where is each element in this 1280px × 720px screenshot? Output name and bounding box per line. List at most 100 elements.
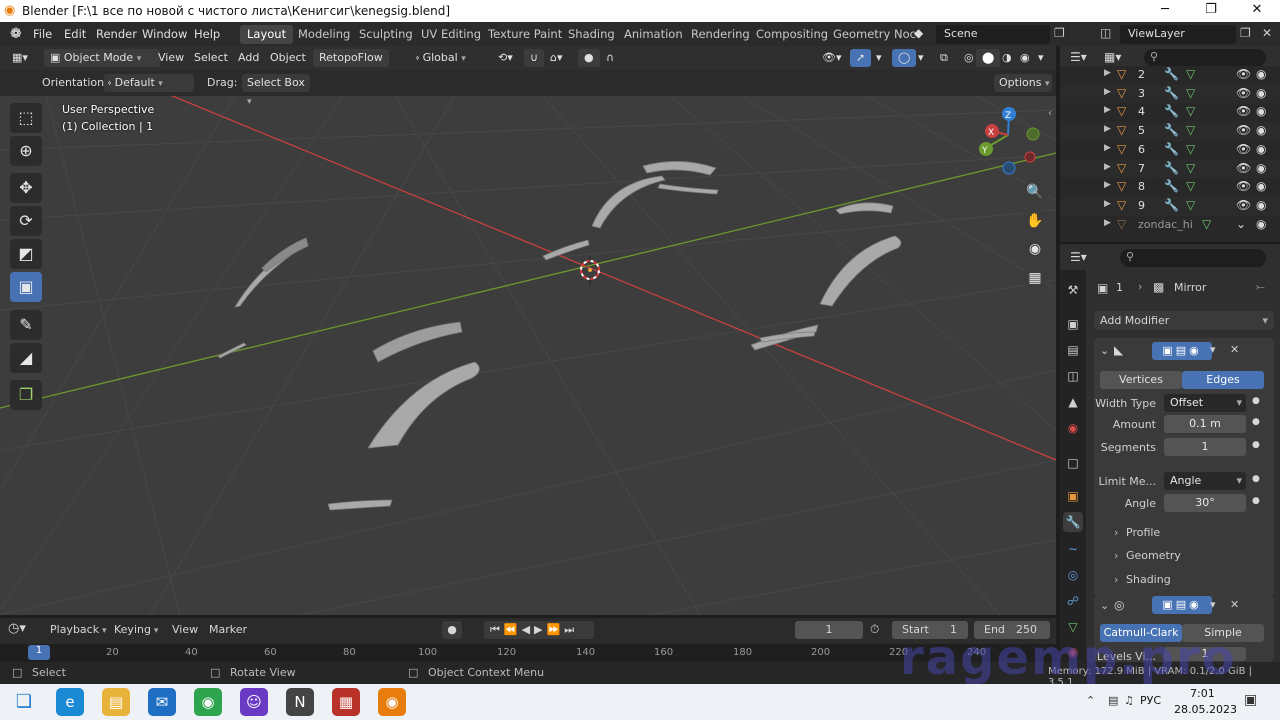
expand-arrow-icon[interactable]: ▶ [1104,218,1111,228]
view-layer-selector[interactable]: ViewLayer [1120,25,1236,44]
mesh-data-icon[interactable]: ▽ [1186,104,1195,118]
transform-tool[interactable]: ▣ [10,272,42,302]
cursor-tool[interactable]: ⊕ [10,136,42,166]
network-icon[interactable]: ▤ [1108,694,1118,707]
expand-chevron-icon[interactable]: › [1114,549,1118,562]
navigation-gizmo[interactable]: Z Y X [979,107,1040,175]
affect-vertices-button[interactable]: Vertices [1100,371,1182,389]
modifier-tab-icon[interactable]: 🔧 [1063,512,1083,532]
maximize-button[interactable]: ❐ [1188,0,1234,22]
tool-tab-icon[interactable]: ⚒ [1063,280,1083,300]
mesh-data-icon[interactable]: ▽ [1186,86,1195,100]
eye-visibility-icon[interactable]: ⌄ [1236,217,1246,231]
rotate-tool[interactable]: ⟳ [10,206,42,236]
tab-uv-editing[interactable]: UV Editing [414,25,488,44]
camera-render-icon[interactable]: ◉ [1256,123,1266,137]
zoom-icon[interactable]: 🔍 [1022,179,1048,205]
modifier-dropdown-icon[interactable]: ▾ [1210,598,1216,611]
menu-marker[interactable]: Marker [209,623,247,636]
3d-viewport[interactable]: Z Y X User Perspective (1) Collection | … [0,70,1056,615]
outliner-item[interactable]: ▶ ▽ 5 🔧 ▽ 👁 ◉ [1060,122,1280,142]
chrome-icon[interactable]: ◉ [194,688,222,716]
modifier-wrench-icon[interactable]: 🔧 [1164,123,1179,137]
retopoflow-button[interactable]: RetopoFlow [313,49,389,67]
mail-icon[interactable]: ✉ [148,688,176,716]
segments-field[interactable]: 1 [1164,438,1246,456]
modifier-visibility-toggles[interactable]: ▣▤◉ [1152,596,1212,614]
modifier-wrench-icon[interactable]: 🔧 [1164,86,1179,100]
camera-render-icon[interactable]: ◉ [1256,142,1266,156]
menu-playback[interactable]: Playback [50,623,106,636]
camera-render-icon[interactable]: ◉ [1256,86,1266,100]
eye-visibility-icon[interactable]: 👁 [1236,179,1251,193]
scale-tool[interactable]: ◩ [10,239,42,269]
shading-subpanel[interactable]: Shading [1126,573,1171,586]
amount-field[interactable]: 0.1 m [1164,415,1246,433]
overlays-dropdown-icon[interactable]: ▾ [912,49,930,67]
expand-arrow-icon[interactable]: ▶ [1104,162,1111,172]
clock-date[interactable]: 28.05.2023 [1174,703,1237,716]
tab-compositing[interactable]: Compositing [749,25,835,44]
delete-modifier-icon[interactable]: ✕ [1230,343,1239,356]
menu-render[interactable]: Render [96,27,137,41]
limit-method-dropdown[interactable]: Angle ▾ [1164,472,1246,490]
timeline-editor-icon[interactable]: ◷▾ [8,621,26,636]
add-modifier-dropdown[interactable]: Add Modifier ▾ [1094,311,1274,330]
camera-render-icon[interactable]: ◉ [1256,104,1266,118]
tab-shading[interactable]: Shading [561,25,622,44]
menu-keying[interactable]: Keying [114,623,158,636]
transform-orientation-dropdown[interactable]: ⬫ Global [410,49,486,67]
keyframe-dot-icon[interactable]: ● [1252,474,1260,484]
discord-icon[interactable]: ☺ [240,688,268,716]
gizmo-dropdown-icon[interactable]: ▾ [870,49,888,67]
width-type-dropdown[interactable]: Offset ▾ [1164,394,1246,412]
mesh-objects[interactable] [217,161,902,511]
eye-visibility-icon[interactable]: 👁 [1236,142,1251,156]
camera-render-icon[interactable]: ◉ [1256,67,1266,81]
playhead[interactable]: 1 [28,645,50,660]
pin-icon[interactable]: ⤚ [1256,280,1265,294]
volume-icon[interactable]: ♫ [1124,694,1134,707]
keyframe-dot-icon[interactable]: ● [1252,417,1260,427]
mode-dropdown[interactable]: ▣ Object Mode [44,49,160,67]
modifier-wrench-icon[interactable]: 🔧 [1164,104,1179,118]
notepad-icon[interactable]: N [286,688,314,716]
output-tab-icon[interactable]: ▤ [1063,340,1083,360]
affect-edges-button[interactable]: Edges [1182,371,1264,389]
snap-icon[interactable]: ∪ [524,49,545,67]
outliner-item[interactable]: ▶ ▽ 6 🔧 ▽ 👁 ◉ [1060,140,1280,160]
playback-controls[interactable]: ⏮⏪◀▶⏩⏭ [484,621,594,639]
editor-type-icon[interactable]: ▦▾ [6,49,34,67]
menu-help[interactable]: Help [194,27,220,41]
mesh-data-icon[interactable]: ▽ [1186,179,1195,193]
clock-time[interactable]: 7:01 [1190,687,1215,700]
outliner-editor-icon[interactable]: ☰▾ [1070,50,1087,64]
proportional-edit-icon[interactable]: ● [578,49,600,67]
proportional-falloff-icon[interactable]: ∩ [600,49,620,67]
tab-texture-paint[interactable]: Texture Paint [481,25,569,44]
add-cube-tool[interactable]: ❐ [10,380,42,410]
tab-geometry-nodes[interactable]: Geometry Noc [826,25,923,44]
eye-visibility-icon[interactable]: 👁 [1236,123,1251,137]
visibility-icon[interactable]: 👁▾ [816,49,848,67]
expand-arrow-icon[interactable]: ▶ [1104,143,1111,153]
modifier-visibility-toggles[interactable]: ▣▤◉ [1152,342,1212,360]
new-scene-icon[interactable]: ❐ [1054,26,1065,40]
expand-arrow-icon[interactable]: ▶ [1104,124,1111,134]
outliner-item[interactable]: ▶ ▽ zondac_hi ▽ ⌄ ◉ [1060,215,1280,235]
outliner-item[interactable]: ▶ ▽ 9 🔧 ▽ 👁 ◉ [1060,196,1280,216]
menu-add[interactable]: Add [232,49,265,67]
eye-visibility-icon[interactable]: 👁 [1236,198,1251,212]
outliner-item[interactable]: ▶ ▽ 3 🔧 ▽ 👁 ◉ [1060,84,1280,104]
windows-start-icon[interactable]: ❏ [10,688,38,716]
keyframe-dot-icon[interactable]: ● [1252,440,1260,450]
panel-collapse-icon[interactable]: ⌄ [1100,344,1109,357]
mesh-data-icon[interactable]: ▽ [1186,198,1195,212]
collection-tab-icon[interactable]: □ [1063,453,1083,473]
keyframe-dot-icon[interactable]: ● [1252,496,1260,506]
current-frame-field[interactable]: 1 [795,621,863,639]
modifier-wrench-icon[interactable]: 🔧 [1164,142,1179,156]
eye-visibility-icon[interactable]: 👁 [1236,161,1251,175]
tab-rendering[interactable]: Rendering [684,25,757,44]
panel-collapse-icon[interactable]: ⌄ [1100,599,1109,612]
